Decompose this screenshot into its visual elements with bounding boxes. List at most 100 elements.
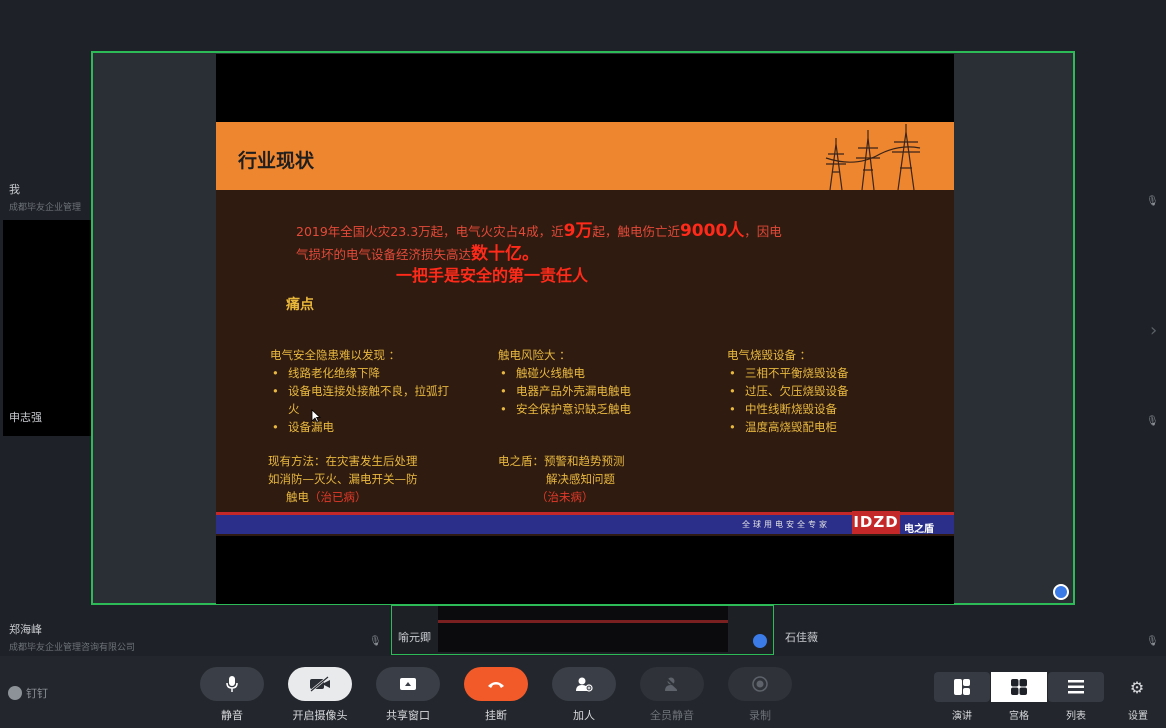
slide: 行业现状 2019年全国火灾23.3万起，电气火灾占4成，近9万起，触电伤亡近9… [216, 122, 954, 536]
method-line: 现有方法：在灾害发生后处理 [268, 454, 418, 468]
microphone-icon [226, 676, 238, 692]
speaker-view-icon [954, 679, 970, 695]
list-item: 安全保护意识缺乏触电 [498, 400, 688, 418]
column-equipment: 电气烧毁设备 ： 三相不平衡烧毁设备 过压、欠压烧毁设备 中性线断烧毁设备 温度… [727, 346, 917, 436]
record-icon [752, 676, 768, 692]
participant-org-bottom-left: 成都毕友企业管理咨询有限公司 [9, 643, 136, 653]
share-screen-icon [400, 678, 416, 690]
participant-name-me: 我 [9, 183, 20, 196]
mute-all-label: 全员静音 [650, 709, 694, 722]
grid-view-label: 宫格 [1009, 711, 1029, 722]
participant-org-me: 成都毕友企业管理 [9, 203, 82, 213]
app-name: 钉钉 [26, 687, 48, 700]
intro-highlight: 9000人 [679, 221, 745, 241]
speaker-view-label: 演讲 [952, 711, 972, 722]
method-line: 电之盾：预警和趋势预测 [498, 454, 625, 468]
pain-heading: 痛点 [286, 297, 314, 313]
list-item: 过压、欠压烧毁设备 [727, 382, 917, 400]
hang-up-label: 挂断 [485, 709, 507, 722]
mouse-cursor-icon [311, 409, 321, 423]
dingtalk-logo-icon [8, 686, 22, 700]
brand-name: 电之盾 [904, 524, 934, 535]
settings-label: 设置 [1128, 711, 1148, 722]
brand-logo: IDZD [852, 511, 900, 534]
mic-muted-icon: 🎙 [1146, 416, 1159, 427]
list-item: 电器产品外壳漏电触电 [498, 382, 688, 400]
column-title: 电气安全隐患难以发现 ： [270, 348, 401, 362]
participant-name-left: 申志强 [9, 411, 42, 424]
slide-body: 2019年全国火灾23.3万起，电气火灾占4成，近9万起，触电伤亡近9000人，… [216, 190, 954, 510]
record-button[interactable] [728, 667, 792, 701]
slide-title: 行业现状 [238, 150, 315, 172]
participant-tile-sharing[interactable]: 喻元卿 [391, 605, 774, 655]
intro-text-part: ，因电 [744, 224, 782, 239]
list-item: 中性线断烧毁设备 [727, 400, 917, 418]
intro-text-part: 2019年全国火灾23.3万起，电气火灾占4成，近 [296, 224, 564, 239]
intro-highlight: 9万 [563, 221, 593, 241]
hang-up-icon [488, 682, 504, 688]
intro-text-part: 起，触电伤亡近 [592, 224, 680, 239]
participant-name-bottom-mid: 喻元卿 [398, 631, 431, 644]
participant-name-bottom-left: 郑海峰 [9, 623, 42, 636]
record-label: 录制 [749, 709, 771, 722]
list-item: 设备漏电 [270, 418, 450, 436]
power-pylon-icon [825, 124, 921, 190]
thumbnail-bar [438, 620, 728, 623]
list-item: 设备电连接处接触不良，拉弧打火 [270, 382, 450, 418]
column-title: 电气烧毁设备 ： [727, 348, 812, 362]
mute-button[interactable] [200, 667, 264, 701]
intro-text-part: 气损坏的电气设备经济损失高达 [296, 247, 472, 262]
share-label: 共享窗口 [386, 709, 430, 722]
column-shock-risk: 触电风险大 ： 触碰火线触电 电器产品外壳漏电触电 安全保护意识缺乏触电 [498, 346, 688, 418]
add-person-icon [576, 677, 593, 692]
hang-up-button[interactable] [464, 667, 528, 701]
mute-all-button[interactable] [640, 667, 704, 701]
column-hazards: 电气安全隐患难以发现 ： 线路老化绝缘下降 设备电连接处接触不良，拉弧打火 设备… [270, 346, 450, 436]
mute-label: 静音 [221, 709, 243, 722]
intro-highlight: 数十亿。 [471, 244, 540, 264]
dianzhidun-method: 电之盾：预警和趋势预测 解决感知问题 （治未病） [498, 452, 625, 506]
gear-icon[interactable]: ⚙ [1128, 678, 1146, 697]
list-view-button[interactable] [1048, 672, 1104, 702]
camera-label: 开启摄像头 [292, 709, 348, 722]
footer-slogan: 全球用电安全专家 [742, 520, 830, 529]
share-indicator-icon [753, 634, 767, 648]
mute-all-icon [665, 677, 680, 691]
shared-screen[interactable]: 行业现状 2019年全国火灾23.3万起，电气火灾占4成，近9万起，触电伤亡近9… [91, 51, 1075, 605]
list-item: 三相不平衡烧毁设备 [727, 364, 917, 382]
app-brand: 钉钉 [8, 685, 48, 701]
add-person-label: 加人 [573, 709, 595, 722]
method-note: （治未病） [536, 490, 594, 504]
list-view-icon [1068, 680, 1084, 694]
add-person-button[interactable] [552, 667, 616, 701]
list-view-label: 列表 [1066, 711, 1086, 722]
grid-view-icon [1011, 679, 1027, 695]
camera-off-icon [310, 676, 330, 692]
slide-viewport: 行业现状 2019年全国火灾23.3万起，电气火灾占4成，近9万起，触电伤亡近9… [216, 54, 954, 604]
meeting-toolbar: 钉钉 静音 开启摄像头 共享窗口 挂断 加人 全员静音 录制 演讲 宫格 列表 … [0, 656, 1166, 728]
slide-emphasis: 一把手是安全的第一责任人 [396, 266, 589, 285]
mic-muted-icon: 🎙 [369, 636, 382, 647]
participant-name-bottom-right: 石佳薇 [785, 631, 818, 644]
method-line: 触电（治已病） [268, 488, 418, 506]
intro-text: 2019年全国火灾23.3万起，电气火灾占4成，近9万起，触电伤亡近9000人，… [296, 220, 816, 266]
list-item: 线路老化绝缘下降 [270, 364, 450, 382]
method-note: （治已病） [309, 490, 367, 504]
meeting-window: 我 成都毕友企业管理 申志强 🎙 🎙 › 行业现状 2019年全国火灾23.3万… [0, 0, 1166, 728]
chevron-right-icon[interactable]: › [1150, 320, 1157, 341]
share-window-button[interactable] [376, 667, 440, 701]
share-indicator-icon[interactable] [1053, 584, 1069, 600]
list-item: 温度高烧毁配电柜 [727, 418, 917, 436]
thumbnail-preview [438, 606, 728, 652]
method-line: 解决感知问题 [546, 472, 615, 486]
list-item: 触碰火线触电 [498, 364, 688, 382]
participant-video-tile[interactable] [3, 220, 91, 436]
mic-muted-icon: 🎙 [1146, 636, 1159, 647]
method-line: 如消防—灭火、漏电开关—防 [268, 472, 418, 486]
camera-button[interactable] [288, 667, 352, 701]
grid-view-button[interactable] [991, 672, 1047, 702]
method-text: 触电 [286, 490, 309, 504]
column-title: 触电风险大 ： [498, 348, 571, 362]
speaker-view-button[interactable] [934, 672, 990, 702]
current-method: 现有方法：在灾害发生后处理 如消防—灭火、漏电开关—防 触电（治已病） [268, 452, 418, 506]
